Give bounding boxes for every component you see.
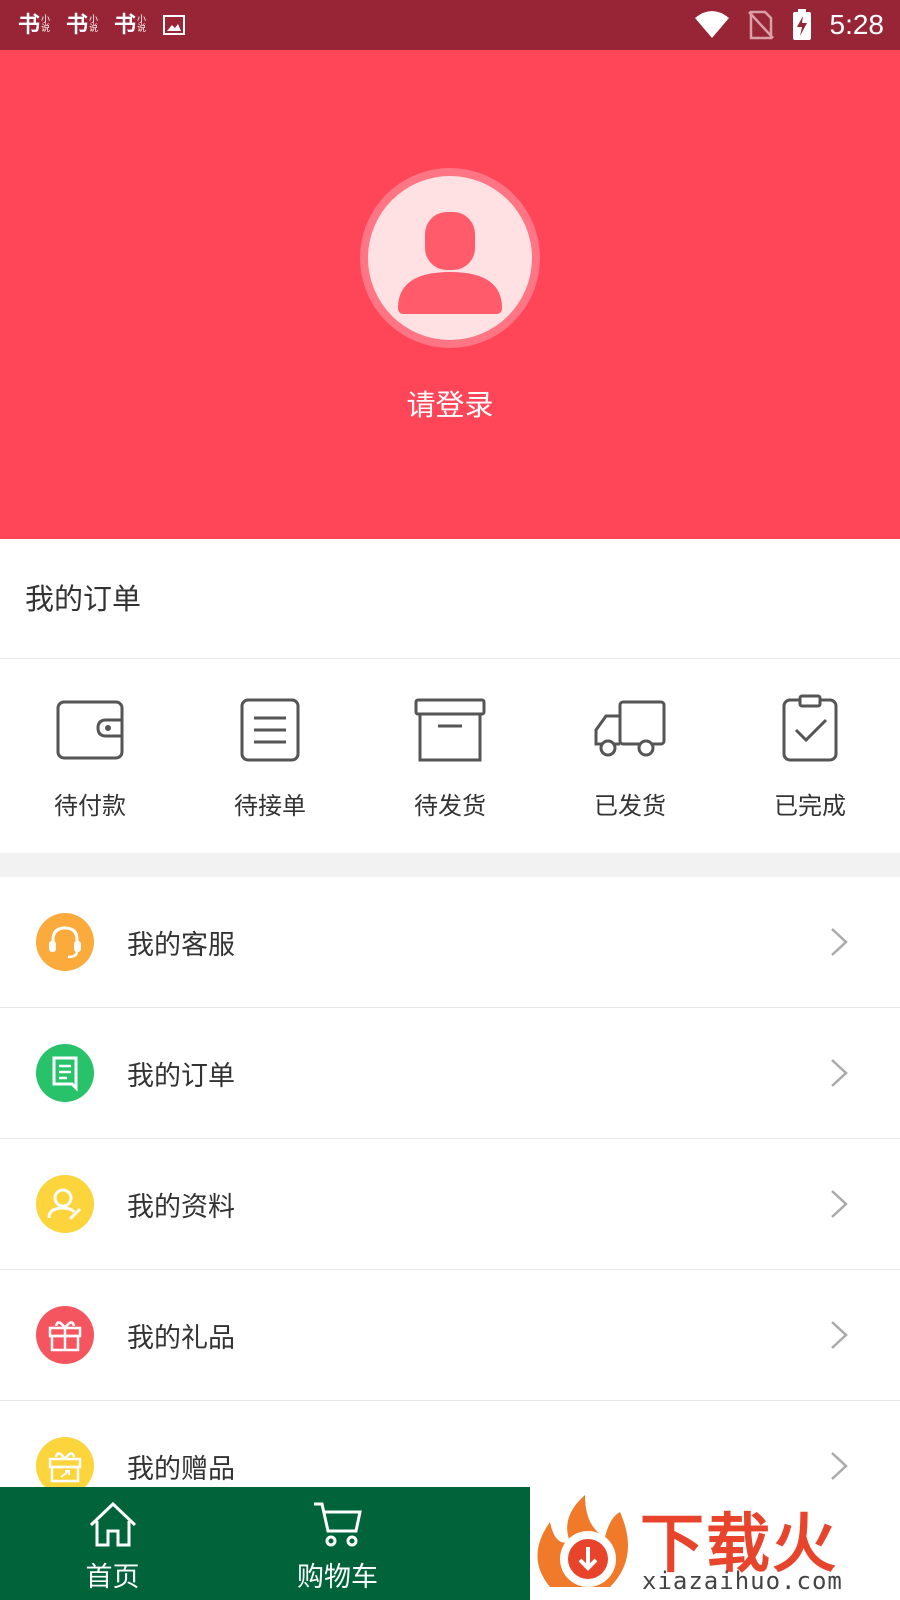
chevron-right-icon: [831, 1190, 848, 1218]
clock: 5:28: [829, 9, 885, 40]
chevron-right-icon: [831, 1321, 848, 1349]
wallet-icon: [56, 700, 124, 760]
orders-section-title: 我的订单: [25, 582, 142, 616]
order-document-icon: [36, 1044, 94, 1102]
novel-app-icon: 书小说: [114, 12, 147, 38]
box-icon: [414, 698, 486, 762]
section-gap: [0, 853, 900, 877]
menu-item-my-orders[interactable]: 我的订单: [0, 1008, 900, 1139]
battery-charging-icon: [792, 9, 811, 40]
avatar[interactable]: [360, 168, 540, 348]
notification-icons: 书小说 书小说 书小说: [0, 10, 186, 40]
clipboard-check-icon: [782, 694, 838, 762]
order-status-completed[interactable]: 已完成: [720, 690, 900, 821]
chevron-right-icon: [831, 1059, 848, 1087]
divider: [0, 658, 900, 659]
truck-icon: [594, 700, 666, 757]
order-status-pending-payment[interactable]: 待付款: [0, 690, 180, 821]
tab-cart[interactable]: 购物车: [225, 1487, 450, 1600]
novel-app-icon: 书小说: [66, 12, 99, 38]
watermark-url: xiazaihuo.com: [642, 1567, 843, 1595]
status-bar: 书小说 书小说 书小说 5:28: [0, 0, 900, 50]
order-status-shipped[interactable]: 已发货: [540, 690, 720, 821]
wifi-icon: [694, 11, 729, 38]
home-icon: [89, 1501, 136, 1547]
image-icon: [163, 15, 185, 35]
user-avatar-icon: [398, 212, 502, 314]
watermark-logo: 下载火 xiazaihuo.com: [530, 1487, 900, 1600]
order-status-pending-shipment[interactable]: 待发货: [360, 690, 540, 821]
menu-item-customer-service[interactable]: 我的客服: [0, 877, 900, 1008]
profile-header: 请登录: [0, 50, 900, 539]
novel-app-icon: 书小说: [18, 12, 51, 38]
gift-icon: [36, 1306, 94, 1364]
chevron-right-icon: [831, 1452, 848, 1480]
chevron-right-icon: [831, 928, 848, 956]
cart-icon: [313, 1502, 362, 1547]
user-edit-icon: [36, 1175, 94, 1233]
headset-icon: [36, 913, 94, 971]
no-sim-icon: [747, 10, 774, 40]
menu-item-my-gifts[interactable]: 我的礼品: [0, 1270, 900, 1401]
list-document-icon: [240, 698, 300, 762]
menu-item-my-profile[interactable]: 我的资料: [0, 1139, 900, 1270]
flame-logo-icon: [537, 1495, 628, 1587]
login-prompt[interactable]: 请登录: [0, 382, 900, 424]
tab-home[interactable]: 首页: [0, 1487, 225, 1600]
order-status-pending-acceptance[interactable]: 待接单: [180, 690, 360, 821]
